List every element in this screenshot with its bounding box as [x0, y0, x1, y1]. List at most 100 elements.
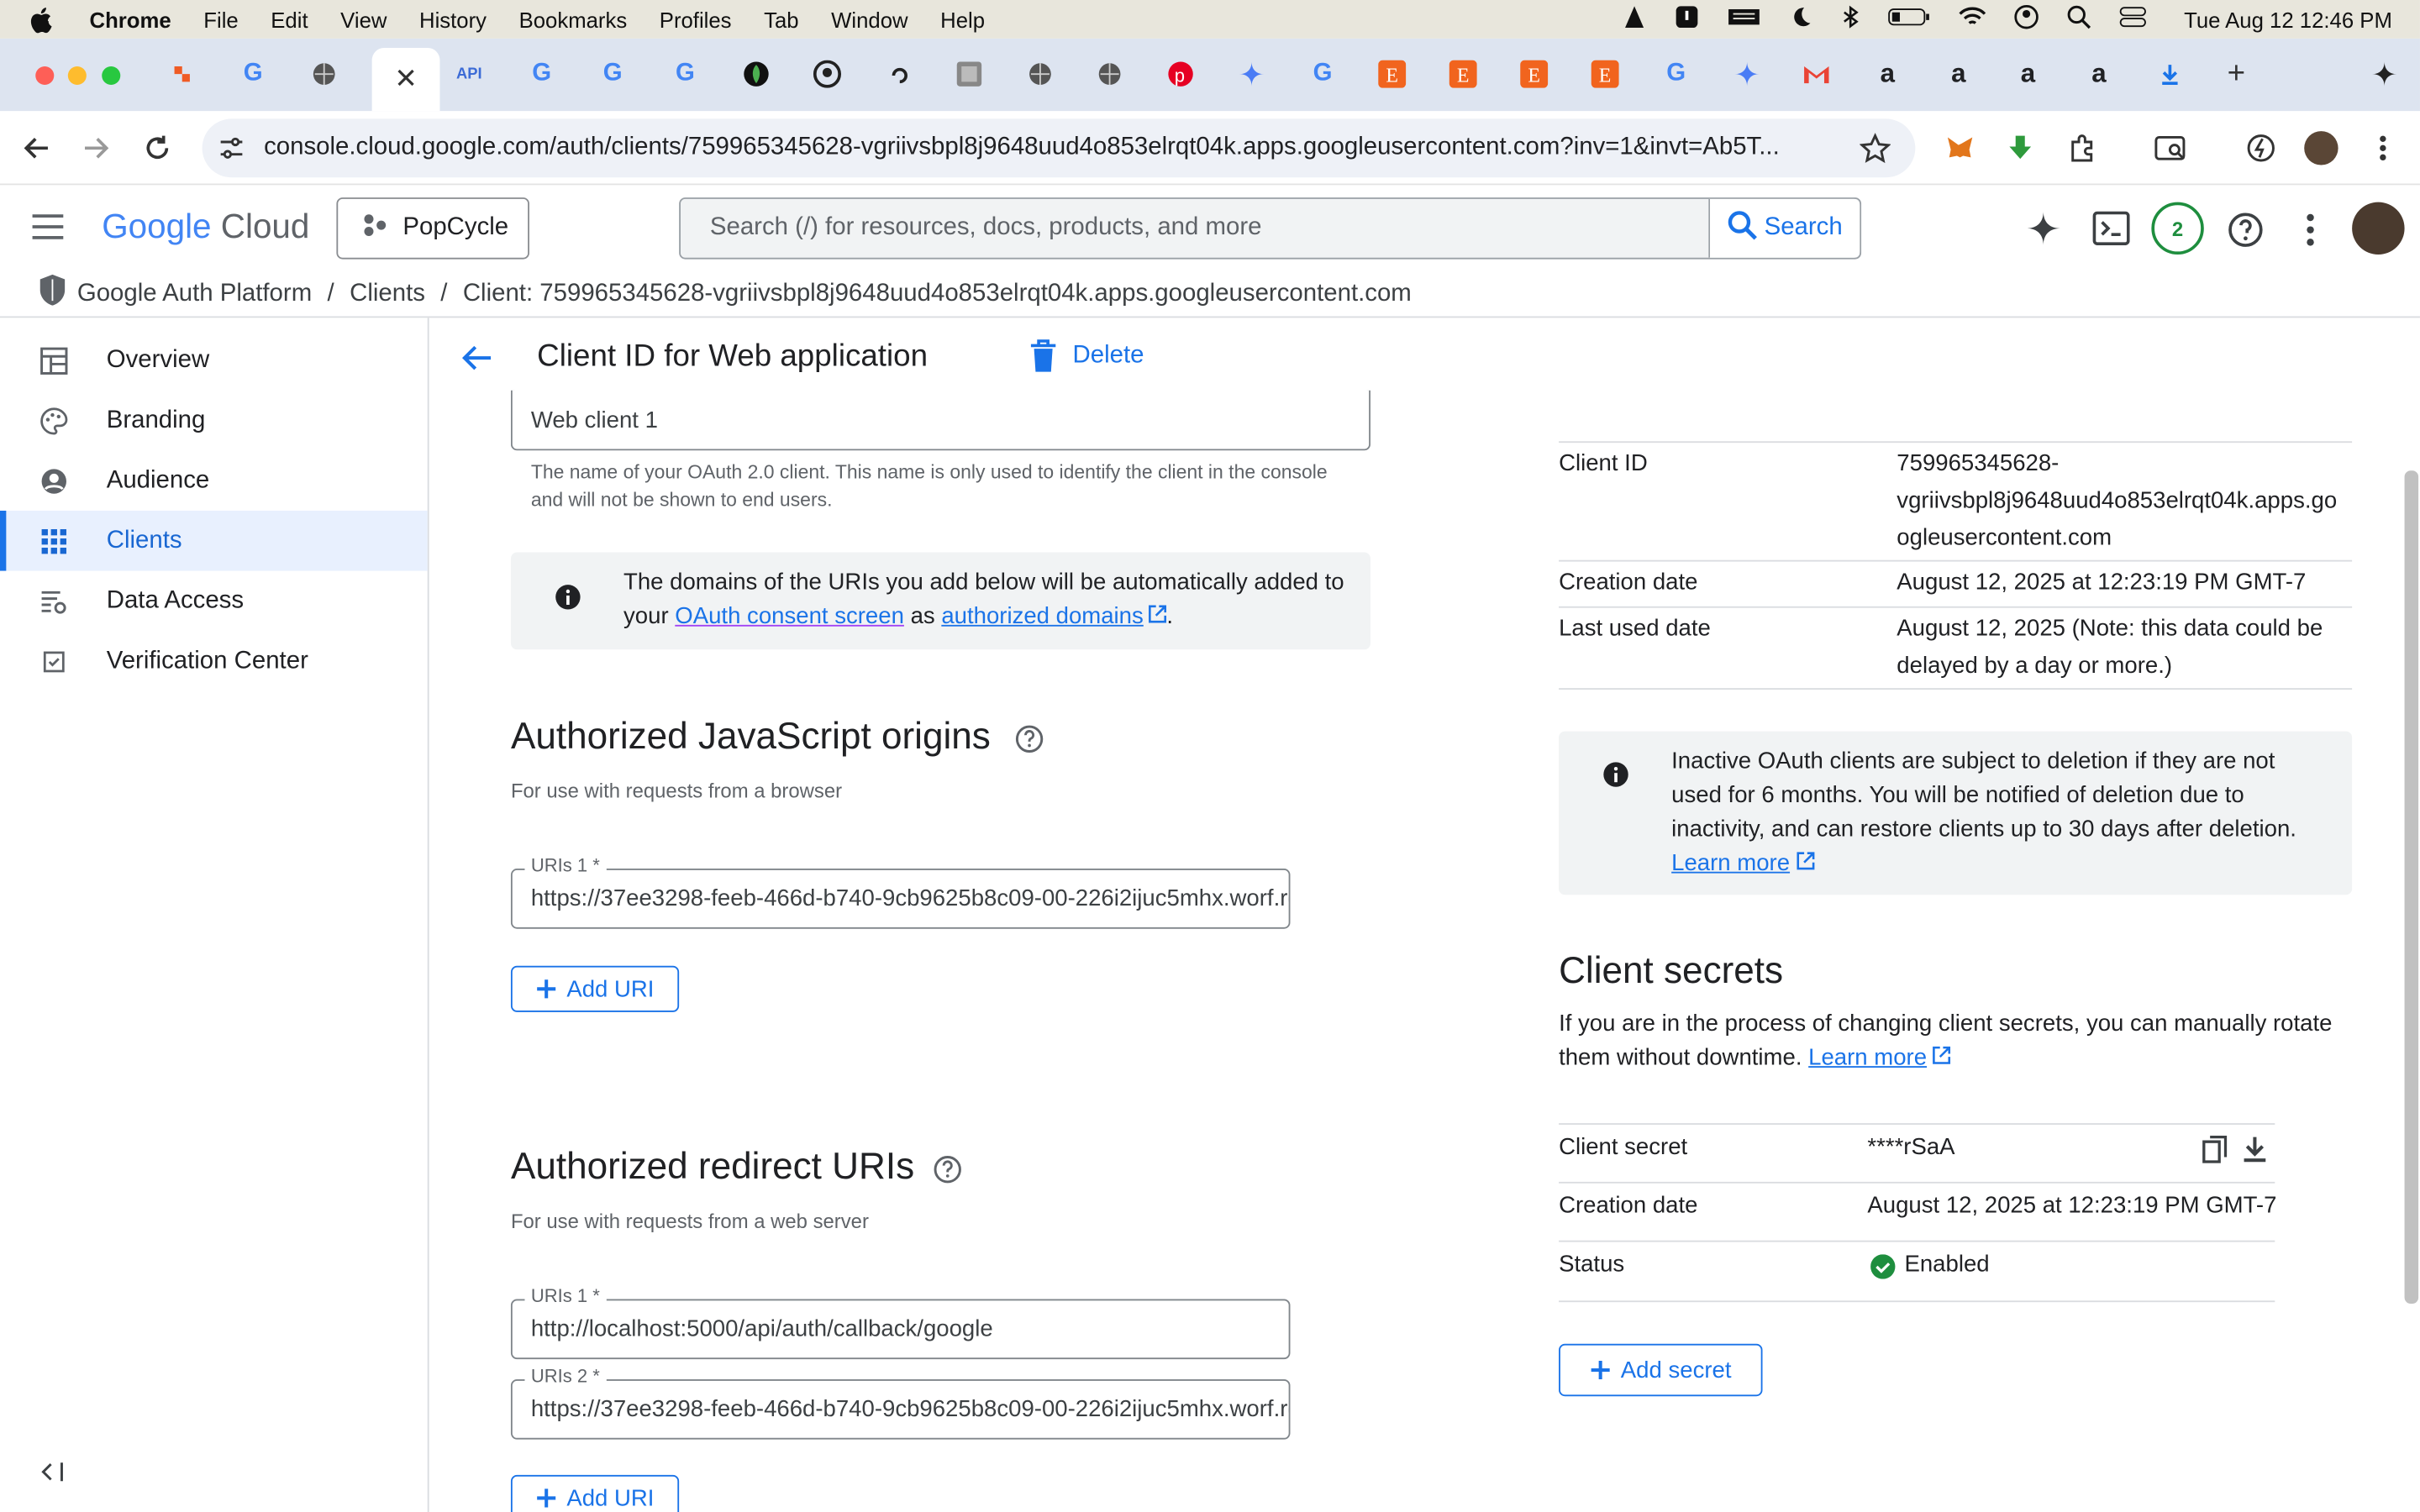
tab-search-icon[interactable]	[2153, 129, 2190, 166]
tab-favicon-google-6[interactable]: G	[1659, 57, 1692, 91]
minimize-window-icon[interactable]	[67, 66, 87, 86]
tab-favicon-amazon-2[interactable]: a	[1942, 57, 1975, 91]
app-status-icon[interactable]	[1675, 5, 1699, 34]
tab-favicon-google-2[interactable]: G	[524, 57, 558, 91]
account-avatar[interactable]	[2352, 202, 2405, 255]
download-extension-icon[interactable]	[2002, 129, 2039, 166]
tab-favicon-google-5[interactable]: G	[1306, 57, 1339, 91]
tab-favicon-amazon-4[interactable]: a	[2082, 57, 2116, 91]
zoom-window-icon[interactable]	[102, 66, 121, 86]
bluetooth-icon[interactable]	[1841, 5, 1860, 34]
notifications-badge[interactable]: 2	[2151, 202, 2204, 255]
battery-app-icon[interactable]	[1727, 5, 1760, 34]
redirect-uri-2-input[interactable]: https://37ee3298-feeb-466d-b740-9cb9625b…	[510, 1379, 1291, 1440]
tab-favicon-amazon[interactable]: a	[1870, 57, 1904, 91]
tab-favicon-api[interactable]: API	[452, 57, 486, 91]
tab-favicon-google[interactable]: G	[236, 57, 270, 91]
search-box[interactable]: Search (/) for resources, docs, products…	[679, 197, 1862, 260]
back-arrow-icon[interactable]	[460, 343, 493, 381]
menu-app-name[interactable]: Chrome	[90, 7, 171, 31]
profile-avatar[interactable]	[2302, 129, 2339, 166]
menu-tab[interactable]: Tab	[764, 7, 798, 31]
redirect-uri-1-input[interactable]: http://localhost:5000/api/auth/callback/…	[510, 1299, 1291, 1360]
collapse-sidebar-icon[interactable]	[40, 1461, 65, 1490]
sidebar-item-overview[interactable]: Overview	[0, 330, 428, 391]
add-js-origin-uri-button[interactable]: Add URI	[510, 965, 680, 1012]
performance-icon[interactable]	[2243, 129, 2280, 166]
tab-favicon-app[interactable]	[166, 57, 199, 91]
extensions-puzzle-icon[interactable]	[2064, 129, 2101, 166]
site-settings-icon[interactable]	[218, 134, 245, 170]
delete-button[interactable]: Delete	[1029, 339, 1144, 373]
gemini-sidebar-icon[interactable]	[2367, 57, 2401, 91]
tab-favicon-gmail[interactable]	[1800, 57, 1833, 91]
help-circle-icon[interactable]	[932, 1154, 963, 1193]
back-icon[interactable]	[18, 129, 55, 166]
moon-icon[interactable]	[1789, 5, 1813, 34]
tab-favicon-globe-2[interactable]	[1023, 57, 1057, 91]
menu-bookmarks[interactable]: Bookmarks	[519, 7, 628, 31]
tab-favicon-etsy-4[interactable]: E	[1588, 57, 1622, 91]
new-tab-icon[interactable]: +	[2219, 56, 2253, 91]
add-redirect-uri-button[interactable]: Add URI	[510, 1474, 680, 1512]
tab-favicon-google-4[interactable]: G	[668, 57, 702, 91]
tab-favicon-globe[interactable]	[308, 57, 341, 91]
tab-favicon-download[interactable]	[2153, 57, 2186, 91]
tab-favicon-pinterest[interactable]: p	[1164, 57, 1197, 91]
authorized-domains-link[interactable]: authorized domains	[941, 603, 1143, 629]
address-bar[interactable]: console.cloud.google.com/auth/clients/75…	[202, 118, 1916, 178]
forward-icon[interactable]	[77, 129, 114, 166]
apple-icon[interactable]	[28, 5, 59, 33]
help-circle-icon[interactable]	[1014, 723, 1045, 762]
hamburger-menu-icon[interactable]	[31, 213, 65, 248]
breadcrumb-root[interactable]: Google Auth Platform	[77, 280, 312, 307]
tab-favicon-github[interactable]	[810, 57, 844, 91]
menu-edit[interactable]: Edit	[271, 7, 308, 31]
js-origin-uri-1-input[interactable]: https://37ee3298-feeb-466d-b740-9cb9625b…	[510, 869, 1291, 929]
search-button[interactable]: Search	[1708, 198, 1860, 258]
close-tab-icon[interactable]: ✕	[394, 63, 418, 96]
menubar-clock[interactable]: Tue Aug 12 12:46 PM	[2184, 7, 2392, 31]
tab-favicon-gemini-2[interactable]	[1730, 57, 1764, 91]
project-picker-button[interactable]: PopCycle	[336, 197, 529, 260]
menu-file[interactable]: File	[203, 7, 238, 31]
sidebar-item-branding[interactable]: Branding	[0, 391, 428, 451]
tab-favicon-etsy-2[interactable]: E	[1446, 57, 1480, 91]
scrollbar[interactable]	[2404, 470, 2419, 1305]
tab-favicon-etsy-3[interactable]: E	[1517, 57, 1550, 91]
oauth-consent-link[interactable]: OAuth consent screen	[675, 603, 904, 629]
menu-view[interactable]: View	[340, 7, 387, 31]
menu-window[interactable]: Window	[831, 7, 908, 31]
client-id-value[interactable]: 759965345628- vgriivsbpl8j9648uud4o853el…	[1897, 446, 2360, 557]
sidebar-item-audience[interactable]: Audience	[0, 450, 428, 511]
gemini-assist-icon[interactable]	[2025, 210, 2062, 255]
more-options-icon[interactable]	[2306, 213, 2315, 255]
sidebar-item-data-access[interactable]: Data Access	[0, 571, 428, 632]
tab-favicon-leaf[interactable]	[739, 57, 773, 91]
tab-favicon-gemini[interactable]	[1234, 57, 1268, 91]
learn-more-link[interactable]: Learn more	[1671, 850, 1790, 876]
browser-menu-icon[interactable]	[2365, 129, 2402, 166]
secrets-learn-more-link[interactable]: Learn more	[1808, 1044, 1927, 1070]
breadcrumb-clients[interactable]: Clients	[350, 280, 425, 307]
tab-favicon-loop[interactable]	[883, 57, 917, 91]
tab-favicon-google-3[interactable]: G	[596, 57, 629, 91]
url-text[interactable]: console.cloud.google.com/auth/clients/75…	[264, 134, 1838, 162]
client-name-field[interactable]: Web client 1	[510, 390, 1370, 451]
menu-help[interactable]: Help	[940, 7, 985, 31]
search-input[interactable]: Search (/) for resources, docs, products…	[710, 214, 1710, 242]
spotlight-search-icon[interactable]	[2066, 5, 2091, 34]
sidebar-item-verification-center[interactable]: Verification Center	[0, 631, 428, 691]
tab-favicon-amazon-3[interactable]: a	[2011, 57, 2044, 91]
add-secret-button[interactable]: Add secret	[1559, 1343, 1763, 1397]
tab-favicon-image[interactable]	[952, 57, 986, 91]
menu-history[interactable]: History	[419, 7, 487, 31]
bookmark-star-icon[interactable]	[1859, 133, 1891, 171]
menu-profiles[interactable]: Profiles	[660, 7, 732, 31]
reload-icon[interactable]	[139, 129, 176, 166]
google-cloud-logo[interactable]: Google Cloud	[102, 207, 309, 247]
active-tab[interactable]: ✕	[371, 47, 440, 112]
help-icon[interactable]	[2227, 212, 2264, 256]
user-account-icon[interactable]	[2014, 4, 2039, 34]
copy-icon[interactable]	[2202, 1135, 2228, 1171]
